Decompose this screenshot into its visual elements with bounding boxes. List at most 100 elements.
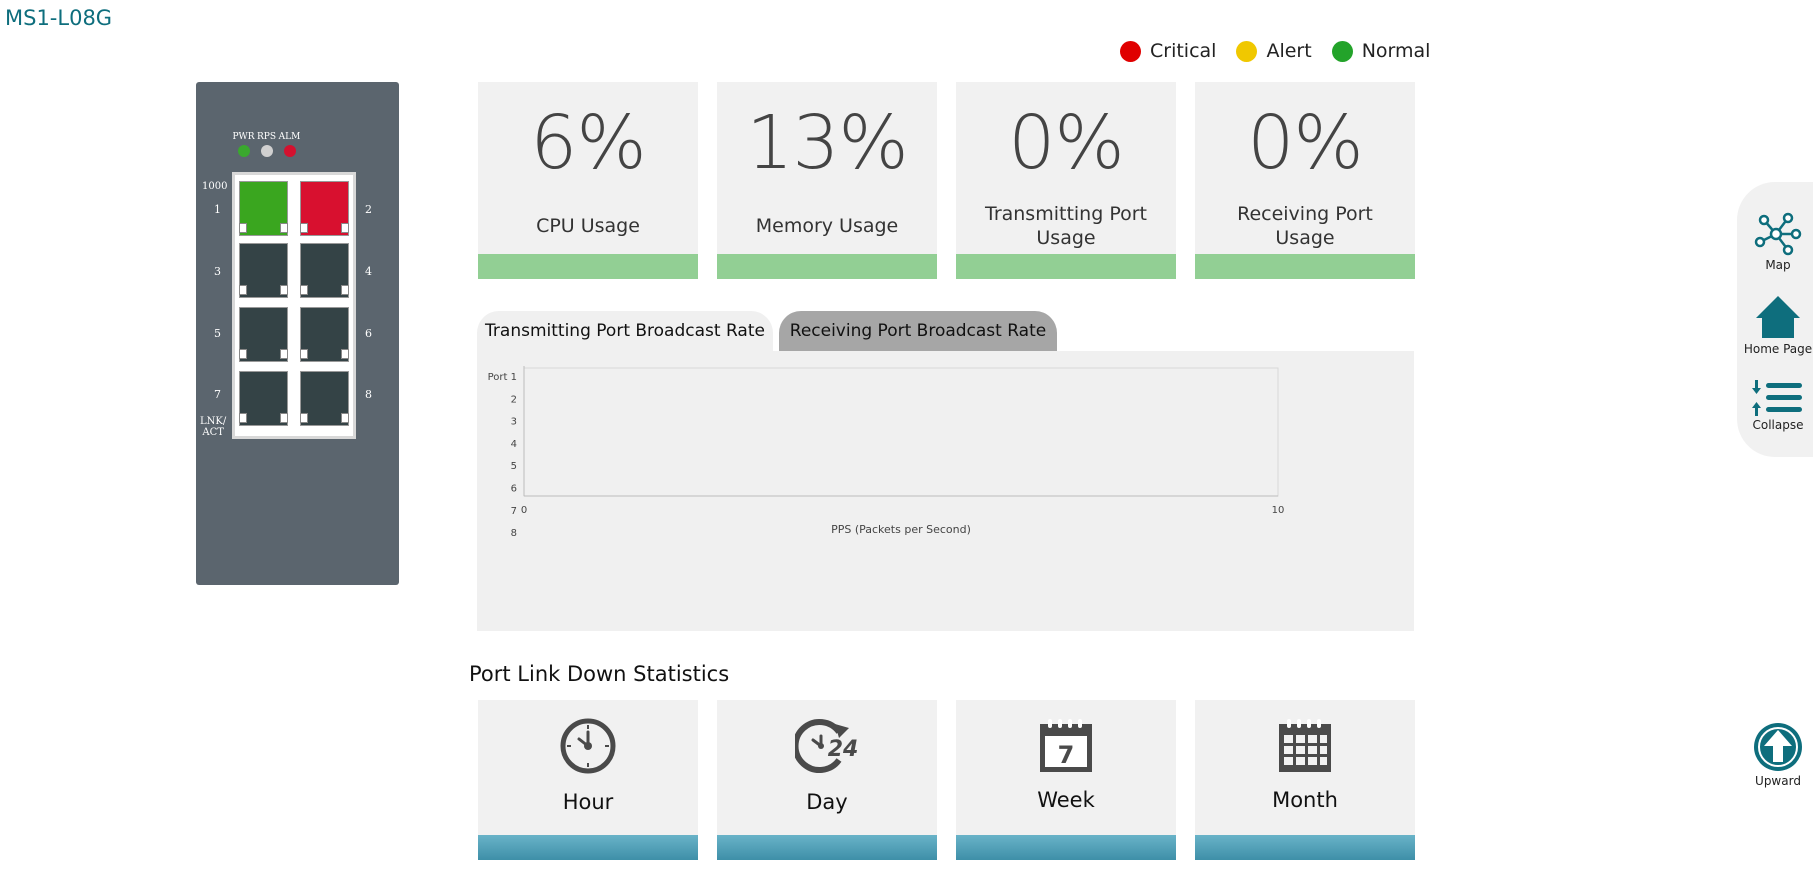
led-pwr-label: PWR (232, 132, 255, 142)
arrow-up-icon (1754, 723, 1802, 771)
home-icon (1756, 296, 1800, 338)
legend-critical: Critical (1120, 40, 1216, 62)
cpu-usage-card: 6% CPU Usage (478, 82, 698, 279)
pwr-led-icon (237, 145, 250, 157)
nav-map[interactable]: Map (1737, 212, 1813, 272)
period-week-label: Week (1037, 788, 1095, 812)
cpu-usage-value: 6% (530, 100, 646, 186)
port-4[interactable] (300, 243, 349, 298)
tx-port-usage-label: Transmitting Port Usage (985, 203, 1147, 249)
calendar-7-icon: 7 (956, 716, 1176, 774)
nav-collapse[interactable]: Collapse (1737, 380, 1813, 432)
port-number-6: 6 (365, 327, 372, 340)
cpu-status-bar (478, 254, 698, 279)
period-week-card[interactable]: 7 Week (956, 700, 1176, 860)
y-tick-label: 6 (511, 484, 517, 495)
clock-icon (478, 716, 698, 776)
y-tick-label: 7 (511, 506, 517, 517)
led-pwr: PWR (232, 132, 255, 157)
tab-transmitting-broadcast[interactable]: Transmitting Port Broadcast Rate (477, 311, 773, 351)
tx-port-usage-value: 0% (1008, 100, 1124, 186)
memory-usage-card: 13% Memory Usage (717, 82, 937, 279)
rx-port-usage-label: Receiving Port Usage (1237, 203, 1373, 249)
port-8[interactable] (300, 371, 349, 426)
legend-alert: Alert (1236, 40, 1312, 62)
port-number-7: 7 (214, 388, 221, 401)
memory-status-bar (717, 254, 937, 279)
collapse-icon (1752, 380, 1802, 416)
port-number-8: 8 (365, 388, 372, 401)
cpu-usage-label: CPU Usage (536, 215, 640, 237)
port-3[interactable] (239, 243, 288, 298)
status-legend: Critical Alert Normal (1120, 40, 1450, 62)
period-hour-label: Hour (562, 790, 614, 814)
normal-dot-icon (1331, 40, 1353, 62)
port-number-4: 4 (365, 265, 372, 278)
y-tick-label: 8 (511, 528, 517, 539)
period-month-bar (1195, 835, 1415, 860)
calendar-7-text: 7 (1058, 741, 1075, 769)
broadcast-rate-chart-svg: Port 1 2 3 4 5 6 7 8 0 10 PPS (Packets per Second) (488, 366, 1285, 539)
upward-button[interactable]: Upward (1752, 722, 1804, 788)
led-rps-label: RPS (257, 132, 276, 142)
port-frame (232, 172, 356, 439)
link-act-label: LNK/ ACT (200, 416, 226, 438)
period-hour-card[interactable]: Hour (478, 700, 698, 860)
nav-collapse-label: Collapse (1752, 418, 1804, 432)
switch-front-panel: PWR RPS ALM 1000 LNK/ ACT 1 2 3 4 5 6 7 … (196, 82, 399, 585)
port-number-5: 5 (214, 327, 221, 340)
clock-24-text: 24 (828, 737, 859, 762)
period-day-bar (717, 835, 937, 860)
legend-normal-label: Normal (1361, 40, 1431, 62)
clock-24-icon: 24 (717, 716, 937, 776)
broadcast-rate-chart: Port 1 2 3 4 5 6 7 8 0 10 PPS (Packets per Second) (477, 351, 1414, 631)
link-act-line2: ACT (202, 427, 224, 438)
x-tick-label: 10 (1272, 505, 1285, 516)
x-axis-label: PPS (Packets per Second) (831, 523, 971, 536)
y-tick-label: 2 (511, 394, 517, 405)
nav-home-label: Home Page (1743, 342, 1813, 356)
memory-usage-value: 13% (746, 100, 908, 186)
nav-home-page[interactable]: Home Page (1737, 294, 1813, 356)
page-title: MS1-L08G (5, 6, 113, 30)
section-title: Port Link Down Statistics (469, 662, 730, 686)
tab-receiving-broadcast[interactable]: Receiving Port Broadcast Rate (779, 311, 1057, 351)
alert-dot-icon (1236, 40, 1258, 62)
alm-led-icon (283, 145, 296, 157)
port-2[interactable] (300, 181, 349, 236)
map-network-icon (1754, 212, 1802, 256)
port-6[interactable] (300, 307, 349, 362)
led-alm-label: ALM (278, 132, 301, 142)
port-1[interactable] (239, 181, 288, 236)
side-nav: Map Home Page Collapse (1737, 182, 1813, 457)
rx-status-bar (1195, 254, 1415, 279)
port-5[interactable] (239, 307, 288, 362)
period-hour-bar (478, 835, 698, 860)
memory-usage-label: Memory Usage (755, 215, 899, 237)
nav-map-label: Map (1765, 258, 1791, 272)
y-tick-label: Port 1 (488, 372, 517, 383)
period-week-bar (956, 835, 1176, 860)
rx-port-usage-card: 0% Receiving Port Usage (1195, 82, 1415, 279)
port-number-3: 3 (214, 265, 221, 278)
y-tick-label: 3 (511, 417, 517, 428)
port-7[interactable] (239, 371, 288, 426)
y-tick-label: 4 (511, 439, 517, 450)
upward-label: Upward (1755, 774, 1801, 788)
period-month-label: Month (1272, 788, 1338, 812)
led-alm: ALM (278, 132, 301, 157)
period-month-card[interactable]: Month (1195, 700, 1415, 860)
x-tick-label: 0 (521, 505, 527, 516)
port-number-2: 2 (365, 203, 372, 216)
tx-status-bar (956, 254, 1176, 279)
y-tick-label: 5 (511, 461, 517, 472)
legend-critical-label: Critical (1150, 40, 1217, 62)
legend-normal: Normal (1331, 40, 1431, 62)
period-day-label: Day (806, 790, 848, 814)
rx-port-usage-value: 0% (1247, 100, 1363, 186)
link-act-line1: LNK/ (200, 416, 227, 427)
port-number-1: 1 (214, 203, 221, 216)
speed-label: 1000 (202, 181, 228, 192)
calendar-month-icon (1195, 716, 1415, 774)
period-day-card[interactable]: 24 Day (717, 700, 937, 860)
